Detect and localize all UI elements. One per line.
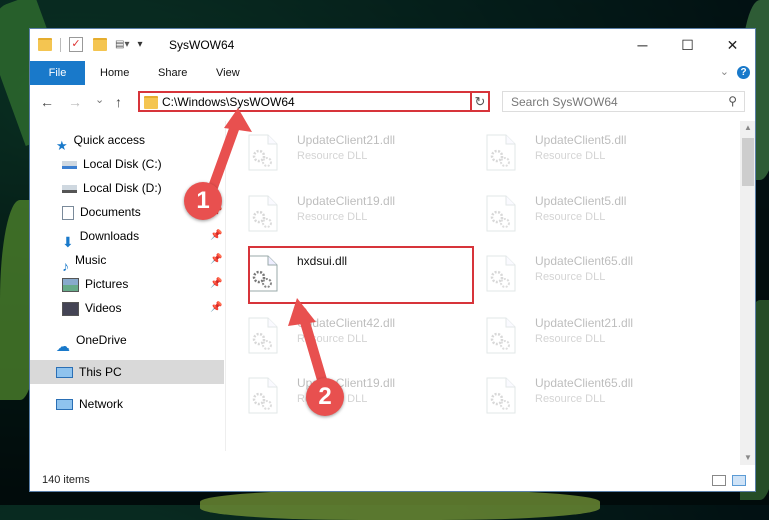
step-2-badge: 2 xyxy=(306,378,344,416)
step-1-badge: 1 xyxy=(184,182,222,220)
annotation-arrows xyxy=(207,108,330,395)
arrowhead-2 xyxy=(288,298,316,326)
arrowhead-1 xyxy=(224,108,252,132)
